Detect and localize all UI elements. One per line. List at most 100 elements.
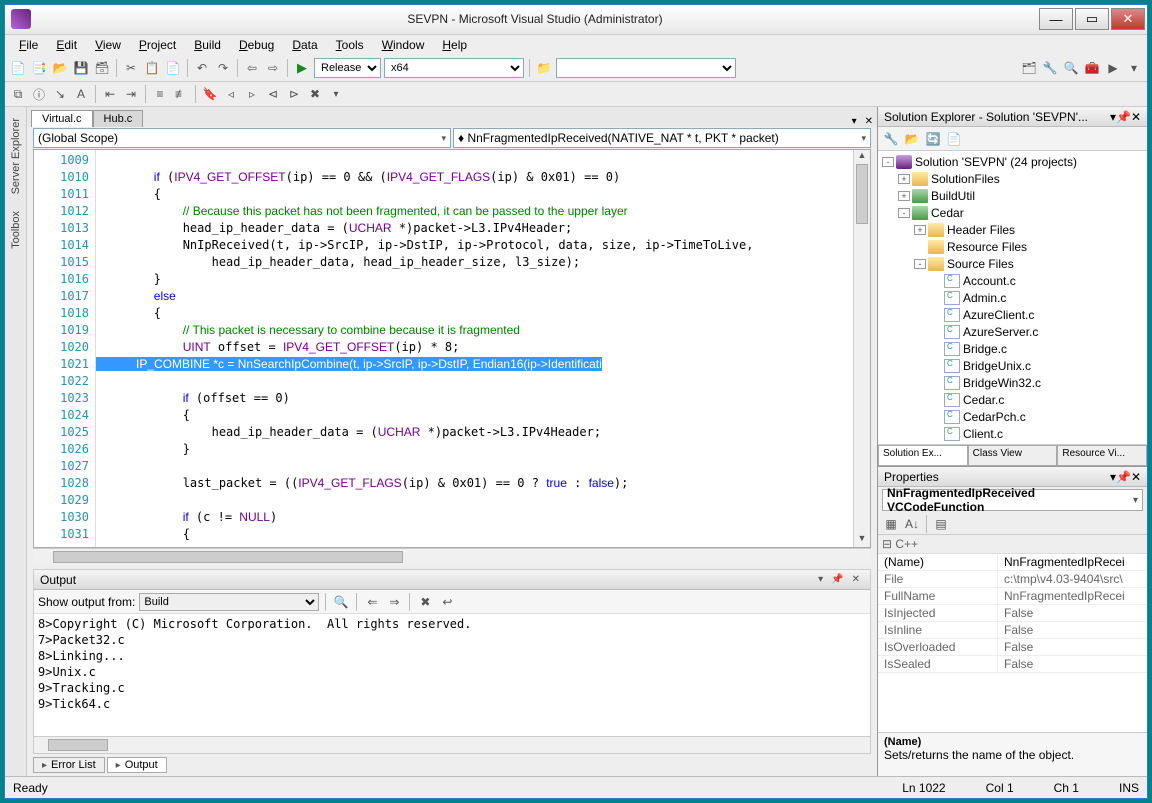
obj-browser-icon[interactable]: 🔍 (1062, 59, 1080, 77)
property-row[interactable]: IsOverloadedFalse (878, 639, 1147, 656)
close-doc-icon[interactable]: ✕ (861, 116, 877, 127)
menu-build[interactable]: Build (186, 36, 229, 54)
save-icon[interactable]: 💾 (72, 59, 90, 77)
next-bookmark-icon[interactable]: ▹ (243, 85, 261, 103)
tree-node[interactable]: CedarPch.c (878, 408, 1147, 425)
tree-solution-root[interactable]: -Solution 'SEVPN' (24 projects) (878, 153, 1147, 170)
wordwrap-icon[interactable]: ↩ (438, 593, 456, 611)
find-msg-icon[interactable]: 🔍 (332, 593, 350, 611)
menu-data[interactable]: Data (284, 36, 325, 54)
start-page-icon[interactable]: ▶ (1104, 59, 1122, 77)
menu-project[interactable]: Project (131, 36, 184, 54)
new-project-icon[interactable]: 📄 (9, 59, 27, 77)
tree-node[interactable]: Bridge.c (878, 340, 1147, 357)
clear-bookmarks-icon[interactable]: ✖ (306, 85, 324, 103)
maximize-button[interactable]: ▭ (1075, 8, 1109, 30)
dock-tab-server-explorer[interactable]: Server Explorer (7, 111, 25, 201)
tree-node[interactable]: -Source Files (878, 255, 1147, 272)
panel-close-icon[interactable]: ✕ (1131, 470, 1141, 484)
nav-fwd-icon[interactable]: ⇨ (264, 59, 282, 77)
alphabetical-icon[interactable]: A↓ (903, 515, 921, 533)
editor-hscrollbar[interactable] (33, 548, 871, 565)
tree-node[interactable]: AzureServer.c (878, 323, 1147, 340)
scope-dropdown[interactable]: (Global Scope)▾ (33, 128, 451, 148)
refresh-icon[interactable]: 🔄 (924, 130, 942, 148)
solution-subtab[interactable]: Resource Vi... (1057, 445, 1147, 466)
window-list-icon[interactable]: ▾ (1125, 59, 1143, 77)
prev-bookmark-icon[interactable]: ◃ (222, 85, 240, 103)
next-bookmark-folder-icon[interactable]: ⊳ (285, 85, 303, 103)
tree-node[interactable]: +SolutionFiles (878, 170, 1147, 187)
sol-explorer-icon[interactable]: 🗂 (1020, 59, 1038, 77)
categorized-icon[interactable]: ▦ (882, 515, 900, 533)
platform-dropdown[interactable]: x64 (384, 58, 524, 78)
editor-vscrollbar[interactable]: ▲ ▼ (853, 150, 870, 547)
close-button[interactable]: ✕ (1111, 8, 1145, 30)
properties-icon[interactable]: 🔧 (1041, 59, 1059, 77)
code-editor[interactable]: 1009 1010 1011 1012 1013 1014 1015 1016 … (33, 149, 871, 548)
bookmark-icon[interactable]: 🔖 (201, 85, 219, 103)
properties-grid[interactable]: ⊟ C++(Name)NnFragmentedIpReceiFilec:\tmp… (878, 535, 1147, 732)
menu-debug[interactable]: Debug (231, 36, 282, 54)
decrease-indent-icon[interactable]: ⇤ (101, 85, 119, 103)
config-dropdown[interactable]: Release (314, 58, 381, 78)
out-hscroll-thumb[interactable] (48, 739, 108, 751)
property-row[interactable]: (Name)NnFragmentedIpRecei (878, 554, 1147, 571)
menu-file[interactable]: File (11, 36, 46, 54)
save-all-icon[interactable]: 🗃 (93, 59, 111, 77)
tree-node[interactable]: -Cedar (878, 204, 1147, 221)
view-code-icon[interactable]: 📄 (945, 130, 963, 148)
menu-help[interactable]: Help (434, 36, 475, 54)
output-hscrollbar[interactable] (34, 736, 870, 753)
nav-back-icon[interactable]: ⇦ (243, 59, 261, 77)
dock-tab-toolbox[interactable]: Toolbox (7, 204, 25, 256)
solution-subtab[interactable]: Solution Ex... (878, 445, 968, 466)
menu-tools[interactable]: Tools (328, 36, 372, 54)
property-pages-icon[interactable]: ▤ (932, 515, 950, 533)
property-row[interactable]: IsInlineFalse (878, 622, 1147, 639)
param-info-icon[interactable]: ↘ (51, 85, 69, 103)
paste-icon[interactable]: 📄 (164, 59, 182, 77)
output-text[interactable]: 8>Copyright (C) Microsoft Corporation. A… (34, 614, 870, 736)
cut-icon[interactable]: ✂ (122, 59, 140, 77)
scroll-down-icon[interactable]: ▼ (854, 533, 870, 547)
quick-info-icon[interactable]: ⓘ (30, 85, 48, 103)
doc-tab[interactable]: Hub.c (93, 110, 144, 127)
show-output-dropdown[interactable]: Build (139, 593, 319, 611)
member-list-icon[interactable]: ⧉ (9, 85, 27, 103)
panel-close-icon[interactable]: ✕ (1131, 110, 1141, 124)
tree-node[interactable]: AzureClient.c (878, 306, 1147, 323)
properties-object-dropdown[interactable]: NnFragmentedIpReceived VCCodeFunction▾ (882, 489, 1143, 511)
member-dropdown[interactable]: ♦ NnFragmentedIpReceived(NATIVE_NAT * t,… (453, 128, 871, 148)
tree-node[interactable]: BridgeUnix.c (878, 357, 1147, 374)
properties-icon[interactable]: 🔧 (882, 130, 900, 148)
property-row[interactable]: FullNameNnFragmentedIpRecei (878, 588, 1147, 605)
clear-output-icon[interactable]: ✖ (416, 593, 434, 611)
open-icon[interactable]: 📂 (51, 59, 69, 77)
overflow-icon[interactable]: ▾ (327, 85, 345, 103)
minimize-button[interactable]: — (1039, 8, 1073, 30)
tree-node[interactable]: Cedar.c (878, 391, 1147, 408)
bottom-tab-output[interactable]: ▸Output (107, 757, 167, 773)
panel-pin-icon[interactable]: 📌 (1116, 470, 1131, 484)
show-all-icon[interactable]: 📂 (903, 130, 921, 148)
property-row[interactable]: IsSealedFalse (878, 656, 1147, 673)
code-text[interactable]: if (IPV4_GET_OFFSET(ip) == 0 && (IPV4_GE… (96, 150, 853, 547)
word-complete-icon[interactable]: A (72, 85, 90, 103)
tree-node[interactable]: +Header Files (878, 221, 1147, 238)
start-debug-icon[interactable]: ▶ (293, 59, 311, 77)
doc-tab[interactable]: Virtual.c (31, 110, 93, 127)
uncomment-icon[interactable]: ≢ (172, 85, 190, 103)
menu-window[interactable]: Window (374, 36, 433, 54)
comment-icon[interactable]: ≡ (151, 85, 169, 103)
property-row[interactable]: Filec:\tmp\v4.03-9404\src\ (878, 571, 1147, 588)
find-dropdown[interactable] (556, 58, 736, 78)
find-in-files-icon[interactable]: 📁 (535, 59, 553, 77)
tree-node[interactable]: Client.c (878, 425, 1147, 442)
tree-node[interactable]: Account.c (878, 272, 1147, 289)
copy-icon[interactable]: 📋 (143, 59, 161, 77)
increase-indent-icon[interactable]: ⇥ (122, 85, 140, 103)
redo-icon[interactable]: ↷ (214, 59, 232, 77)
panel-close-icon[interactable]: ✕ (848, 574, 864, 585)
panel-pin-icon[interactable]: 📌 (827, 574, 847, 585)
